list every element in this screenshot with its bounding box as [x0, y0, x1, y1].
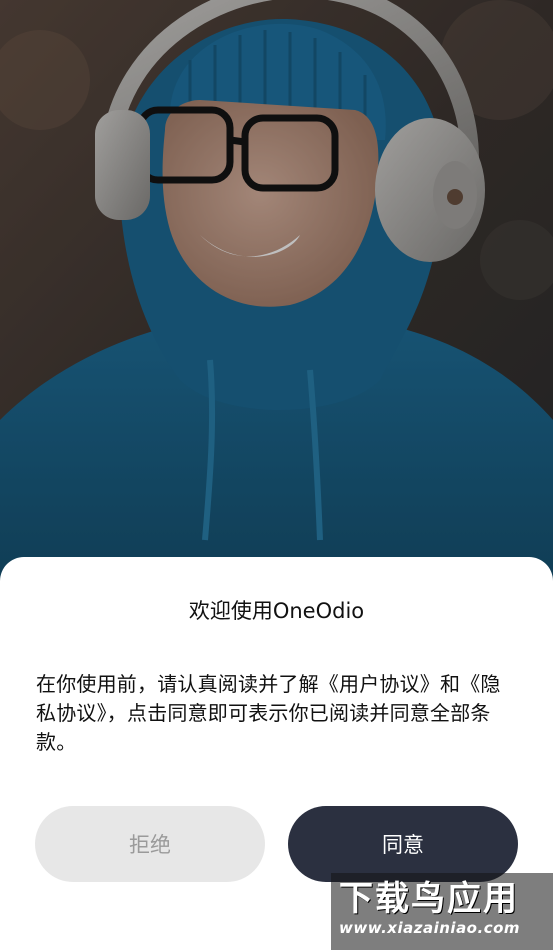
reject-button-label: 拒绝: [129, 833, 171, 857]
reject-button[interactable]: 拒绝: [35, 806, 265, 882]
dialog-message: 在你使用前，请认真阅读并了解《用户协议》和《隐私协议》，点击同意即可表示你已阅读…: [36, 672, 501, 754]
hero-photo: [0, 0, 553, 600]
watermark-url: www.xiazainiao.com: [339, 919, 521, 937]
dialog-title: 欢迎使用OneOdio: [188, 599, 365, 623]
man-with-headphones-photo: [0, 0, 553, 600]
site-watermark: 下载鸟应用 www.xiazainiao.com: [331, 873, 553, 950]
agree-button[interactable]: 同意: [288, 806, 518, 882]
watermark-title: 下载鸟应用: [339, 879, 519, 919]
agree-button-label: 同意: [382, 833, 424, 857]
